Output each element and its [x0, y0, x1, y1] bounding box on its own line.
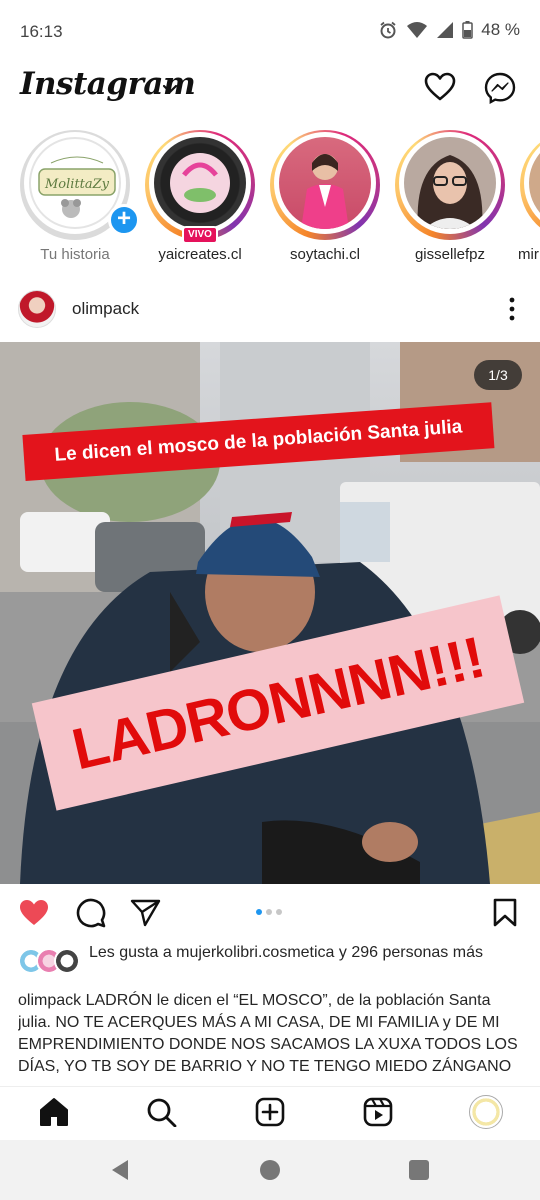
- post-actions: [0, 892, 540, 934]
- back-icon[interactable]: [110, 1159, 130, 1186]
- story-avatar: [154, 137, 246, 229]
- alarm-icon: [378, 20, 398, 40]
- signal-icon: [436, 21, 454, 39]
- wifi-icon: [406, 21, 428, 39]
- home-button-icon[interactable]: [260, 1160, 280, 1180]
- carousel-dots: [256, 909, 282, 915]
- story-avatar: [404, 137, 496, 229]
- reels-icon[interactable]: [362, 1097, 394, 1132]
- post-username[interactable]: olimpack: [72, 299, 139, 319]
- heart-icon[interactable]: [424, 72, 456, 107]
- liker-avatars: [18, 948, 82, 974]
- battery-icon: [462, 21, 473, 39]
- battery-percent: 48 %: [481, 20, 520, 39]
- more-options-icon[interactable]: [500, 296, 524, 327]
- profile-avatar[interactable]: [469, 1095, 503, 1129]
- story-own[interactable]: MolittaZy + Tu historia: [20, 128, 140, 270]
- story-avatar: MolittaZy: [29, 137, 121, 229]
- live-badge: VIVO: [182, 226, 218, 244]
- app-header: Instagram: [0, 64, 540, 116]
- status-icons: 48 %: [378, 20, 520, 40]
- recents-icon[interactable]: [409, 1160, 429, 1180]
- story-gissellefpz[interactable]: gissellefpz: [395, 128, 505, 270]
- post-author-avatar[interactable]: [18, 290, 56, 328]
- add-story-button[interactable]: +: [108, 204, 140, 236]
- story-name: gissellefpz: [414, 246, 486, 263]
- liker-avatar: [54, 948, 80, 974]
- story-soytachi[interactable]: soytachi.cl: [270, 128, 380, 270]
- carousel-dot: [266, 909, 272, 915]
- create-icon[interactable]: [254, 1097, 286, 1132]
- android-nav-bar: [0, 1140, 540, 1200]
- story-yaicreates[interactable]: VIVO yaicreates.cl: [145, 128, 255, 270]
- messenger-icon[interactable]: [484, 72, 516, 109]
- likes-text[interactable]: Les gusta a mujerkolibri.cosmetica y 296…: [89, 942, 509, 963]
- carousel-dot-active: [256, 909, 262, 915]
- bottom-nav: [0, 1086, 540, 1136]
- bookmark-icon[interactable]: [492, 898, 518, 933]
- story-name: yaicreates.cl: [158, 246, 242, 263]
- search-icon[interactable]: [146, 1097, 178, 1132]
- status-bar: 16:13 48 %: [0, 0, 540, 64]
- carousel-counter: 1/3: [474, 360, 522, 390]
- story-name: soytachi.cl: [289, 246, 361, 263]
- chevron-down-icon[interactable]: [162, 82, 178, 100]
- comment-icon[interactable]: [75, 898, 107, 933]
- carousel-dot: [276, 909, 282, 915]
- story-name: Tu historia: [40, 246, 110, 263]
- story-brand-text: MolittaZy: [44, 177, 110, 192]
- story-partial[interactable]: mir: [518, 128, 540, 270]
- story-name: mir: [518, 246, 539, 263]
- story-avatar: [279, 137, 371, 229]
- home-icon[interactable]: [38, 1097, 70, 1132]
- status-time: 16:13: [20, 22, 63, 41]
- share-icon[interactable]: [130, 898, 162, 933]
- likes-row[interactable]: Les gusta a mujerkolibri.cosmetica y 296…: [18, 942, 528, 986]
- post-caption[interactable]: olimpack LADRÓN le dicen el “EL MOSCO”, …: [18, 990, 524, 1078]
- like-button-heart-icon[interactable]: [18, 898, 50, 933]
- stories-tray: MolittaZy + Tu historia VIVO yaicreates.…: [0, 128, 540, 270]
- post-header: olimpack: [0, 286, 540, 336]
